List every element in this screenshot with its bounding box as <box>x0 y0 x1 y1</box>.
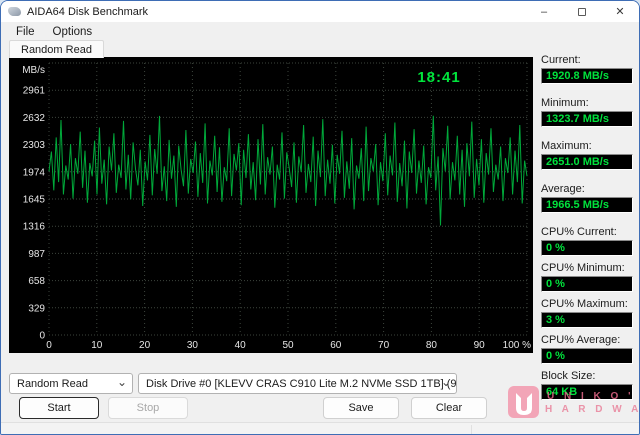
minimize-button[interactable]: – <box>525 1 563 22</box>
svg-text:20: 20 <box>139 340 151 351</box>
tab-random-read[interactable]: Random Read <box>9 40 104 58</box>
stat-label: Average: <box>541 183 585 195</box>
stat-label: Block Size: <box>541 370 596 382</box>
drive-select[interactable]: Disk Drive #0 [KLEVV CRAS C910 Lite M.2 … <box>138 373 457 394</box>
svg-text:18:41: 18:41 <box>417 69 460 86</box>
status-bar-separator <box>471 425 472 434</box>
test-type-value: Random Read <box>17 377 88 390</box>
svg-text:0: 0 <box>39 331 45 342</box>
menu-file[interactable]: File <box>7 24 44 40</box>
svg-text:70: 70 <box>378 340 390 351</box>
stat-average: Average: 1966.5 MB/s <box>541 183 633 213</box>
maximize-button[interactable] <box>563 1 601 22</box>
stat-maximum: Maximum: 2651.0 MB/s <box>541 140 633 170</box>
benchmark-chart: MB/s 2961 2632 2303 1974 1645 1316 987 658 329 0 0 1… <box>9 57 533 353</box>
svg-text:30: 30 <box>187 340 199 351</box>
stat-cpu-average: CPU% Average: 0 % <box>541 334 633 364</box>
svg-text:0: 0 <box>46 340 52 351</box>
svg-text:MB/s: MB/s <box>22 65 45 76</box>
svg-text:50: 50 <box>282 340 294 351</box>
svg-text:1645: 1645 <box>23 195 46 206</box>
svg-text:40: 40 <box>235 340 247 351</box>
svg-text:2632: 2632 <box>23 113 46 124</box>
start-button[interactable]: Start <box>19 397 99 419</box>
aida64-disk-benchmark-window: AIDA64 Disk Benchmark – ✕ File Options R… <box>0 0 640 435</box>
svg-text:329: 329 <box>28 303 45 314</box>
stat-cpu-minimum: CPU% Minimum: 0 % <box>541 262 633 292</box>
stop-button[interactable]: Stop <box>108 397 188 419</box>
stat-value: 1920.8 MB/s <box>541 68 633 84</box>
stat-cpu-maximum: CPU% Maximum: 3 % <box>541 298 633 328</box>
menu-bar: File Options <box>1 22 639 41</box>
unikos-hardware-logo-icon <box>508 386 539 418</box>
svg-text:2961: 2961 <box>23 86 46 97</box>
svg-text:1974: 1974 <box>23 167 46 178</box>
stat-value: 2651.0 MB/s <box>541 154 633 170</box>
stat-label: Maximum: <box>541 140 592 152</box>
status-bar <box>1 422 639 434</box>
svg-text:1316: 1316 <box>23 222 46 233</box>
stat-label: CPU% Current: <box>541 226 617 238</box>
test-type-select[interactable]: Random Read ⌄ <box>9 373 133 394</box>
svg-text:2303: 2303 <box>23 140 46 151</box>
svg-text:658: 658 <box>28 276 45 287</box>
svg-text:80: 80 <box>426 340 438 351</box>
benchmark-line-chart: MB/s 2961 2632 2303 1974 1645 1316 987 658 329 00 1… <box>22 62 531 351</box>
stat-minimum: Minimum: 1323.7 MB/s <box>541 97 633 127</box>
stat-label: CPU% Average: <box>541 334 621 346</box>
svg-text:60: 60 <box>330 340 342 351</box>
chevron-down-icon: ⌄ <box>440 375 451 389</box>
menu-options[interactable]: Options <box>44 24 102 40</box>
stat-value: 1966.5 MB/s <box>541 197 633 213</box>
svg-text:100 %: 100 % <box>503 340 531 351</box>
close-button[interactable]: ✕ <box>601 1 639 22</box>
caption-buttons: – ✕ <box>525 1 639 22</box>
watermark-line2: H A R D W A R E <box>545 404 639 415</box>
stats-panel: Current: 1920.8 MB/s Minimum: 1323.7 MB/… <box>541 54 633 406</box>
stat-value: 0 % <box>541 348 633 364</box>
stat-value: 3 % <box>541 312 633 328</box>
stat-cpu-current: CPU% Current: 0 % <box>541 226 633 256</box>
stat-label: Current: <box>541 54 581 66</box>
stat-current: Current: 1920.8 MB/s <box>541 54 633 84</box>
svg-text:10: 10 <box>91 340 103 351</box>
app-icon <box>8 7 21 16</box>
chevron-down-icon: ⌄ <box>116 375 127 389</box>
maximize-icon <box>578 7 586 16</box>
clear-button[interactable]: Clear <box>411 397 487 419</box>
stat-value: 1323.7 MB/s <box>541 111 633 127</box>
save-button[interactable]: Save <box>323 397 399 419</box>
stat-label: CPU% Maximum: <box>541 298 628 310</box>
stat-value: 0 % <box>541 276 633 292</box>
svg-text:987: 987 <box>28 249 45 260</box>
window-title: AIDA64 Disk Benchmark <box>27 5 149 18</box>
title-bar: AIDA64 Disk Benchmark – ✕ <box>1 1 639 22</box>
stat-value: 0 % <box>541 240 633 256</box>
stat-label: CPU% Minimum: <box>541 262 625 274</box>
svg-text:90: 90 <box>474 340 486 351</box>
drive-select-value: Disk Drive #0 [KLEVV CRAS C910 Lite M.2 … <box>146 377 457 390</box>
stat-label: Minimum: <box>541 97 589 109</box>
watermark-line1: U N I K O ' S <box>547 391 639 402</box>
